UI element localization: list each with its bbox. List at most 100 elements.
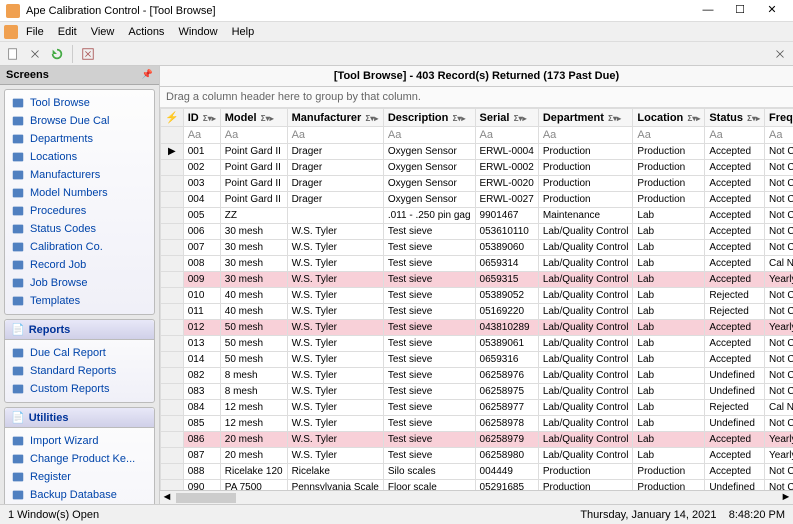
- row-selector[interactable]: ▶: [161, 144, 184, 160]
- column-header-status[interactable]: Status Σ▾▸: [705, 109, 765, 127]
- sidebar-item-record-job[interactable]: Record Job: [7, 256, 152, 274]
- sort-icon[interactable]: Σ▾▸: [363, 114, 378, 123]
- row-selector[interactable]: [161, 256, 184, 272]
- column-header-location[interactable]: Location Σ▾▸: [633, 109, 705, 127]
- scroll-thumb[interactable]: [176, 493, 236, 503]
- sidebar-item-manufacturers[interactable]: Manufacturers: [7, 166, 152, 184]
- row-selector[interactable]: [161, 160, 184, 176]
- filter-cell-icon[interactable]: Aa: [709, 129, 722, 141]
- filter-cell[interactable]: Aa: [475, 127, 538, 144]
- table-row[interactable]: 01140 meshW.S. TylerTest sieve05169220La…: [161, 304, 793, 320]
- sidebar-item-procedures[interactable]: Procedures: [7, 202, 152, 220]
- filter-cell[interactable]: Aa: [765, 127, 793, 144]
- row-selector[interactable]: [161, 448, 184, 464]
- column-header-serial[interactable]: Serial Σ▾▸: [475, 109, 538, 127]
- filter-cell[interactable]: Aa: [220, 127, 287, 144]
- table-row[interactable]: 01350 meshW.S. TylerTest sieve05389061La…: [161, 336, 793, 352]
- row-selector[interactable]: [161, 352, 184, 368]
- filter-cell-icon[interactable]: Aa: [480, 129, 493, 141]
- sort-icon[interactable]: Σ▾▸: [745, 114, 760, 123]
- filter-cell[interactable]: Aa: [383, 127, 475, 144]
- table-row[interactable]: 005ZZ.011 - .250 pin gag9901467Maintenan…: [161, 208, 793, 224]
- table-row[interactable]: ▶001Point Gard IIDragerOxygen SensorERWL…: [161, 144, 793, 160]
- table-row[interactable]: 00830 meshW.S. TylerTest sieve0659314Lab…: [161, 256, 793, 272]
- row-selector[interactable]: [161, 432, 184, 448]
- sort-icon[interactable]: Σ▾▸: [606, 114, 621, 123]
- group-hint[interactable]: Drag a column header here to group by th…: [160, 87, 793, 108]
- toolbar-close-sub-icon[interactable]: [771, 45, 789, 63]
- filter-cell[interactable]: Aa: [705, 127, 765, 144]
- filter-cell-icon[interactable]: Aa: [543, 129, 556, 141]
- filter-cell-icon[interactable]: Aa: [225, 129, 238, 141]
- sidebar-item-locations[interactable]: Locations: [7, 148, 152, 166]
- toolbar-cut-icon[interactable]: [26, 45, 44, 63]
- table-row[interactable]: 00630 meshW.S. TylerTest sieve053610110L…: [161, 224, 793, 240]
- menu-actions[interactable]: Actions: [122, 24, 170, 40]
- row-selector[interactable]: [161, 416, 184, 432]
- sidebar-item-calibration-co-[interactable]: Calibration Co.: [7, 238, 152, 256]
- row-selector[interactable]: [161, 272, 184, 288]
- sidebar-item-custom-reports[interactable]: Custom Reports: [7, 380, 152, 398]
- row-selector[interactable]: [161, 336, 184, 352]
- table-row[interactable]: 0838 meshW.S. TylerTest sieve06258975Lab…: [161, 384, 793, 400]
- table-row[interactable]: 08620 meshW.S. TylerTest sieve06258979La…: [161, 432, 793, 448]
- column-header-model[interactable]: Model Σ▾▸: [220, 109, 287, 127]
- row-selector[interactable]: [161, 208, 184, 224]
- sidebar-item-browse-due-cal[interactable]: Browse Due Cal: [7, 112, 152, 130]
- filter-cell[interactable]: Aa: [287, 127, 383, 144]
- toolbar-close-icon[interactable]: [79, 45, 97, 63]
- sidebar-item-backup-database[interactable]: Backup Database: [7, 486, 152, 504]
- column-header-selector[interactable]: ⚡: [161, 109, 184, 127]
- sort-icon[interactable]: Σ▾▸: [450, 114, 465, 123]
- column-header-department[interactable]: Department Σ▾▸: [538, 109, 633, 127]
- table-row[interactable]: 00930 meshW.S. TylerTest sieve0659315Lab…: [161, 272, 793, 288]
- sort-icon[interactable]: Σ▾▸: [685, 114, 700, 123]
- menu-file[interactable]: File: [20, 24, 50, 40]
- sidebar-item-change-product-ke-[interactable]: Change Product Ke...: [7, 450, 152, 468]
- maximize-button[interactable]: ☐: [725, 2, 755, 20]
- column-header-manufacturer[interactable]: Manufacturer Σ▾▸: [287, 109, 383, 127]
- sort-icon[interactable]: Σ▾▸: [201, 114, 216, 123]
- column-header-description[interactable]: Description Σ▾▸: [383, 109, 475, 127]
- table-row[interactable]: 08720 meshW.S. TylerTest sieve06258980La…: [161, 448, 793, 464]
- table-row[interactable]: 00730 meshW.S. TylerTest sieve05389060La…: [161, 240, 793, 256]
- row-selector[interactable]: [161, 192, 184, 208]
- menu-help[interactable]: Help: [226, 24, 261, 40]
- sidebar-item-model-numbers[interactable]: Model Numbers: [7, 184, 152, 202]
- sidebar-item-status-codes[interactable]: Status Codes: [7, 220, 152, 238]
- close-button[interactable]: ✕: [757, 2, 787, 20]
- row-selector[interactable]: [161, 304, 184, 320]
- row-selector[interactable]: [161, 320, 184, 336]
- filter-icon[interactable]: ⚡: [165, 112, 179, 124]
- row-selector[interactable]: [161, 480, 184, 491]
- sidebar-section-title[interactable]: 📄Reports: [5, 320, 154, 340]
- sidebar-item-standard-reports[interactable]: Standard Reports: [7, 362, 152, 380]
- sort-icon[interactable]: Σ▾▸: [259, 114, 274, 123]
- menu-window[interactable]: Window: [172, 24, 223, 40]
- table-row[interactable]: 01250 meshW.S. TylerTest sieve043810289L…: [161, 320, 793, 336]
- table-row[interactable]: 01040 meshW.S. TylerTest sieve05389052La…: [161, 288, 793, 304]
- sidebar-item-due-cal-report[interactable]: Due Cal Report: [7, 344, 152, 362]
- filter-cell-icon[interactable]: Aa: [769, 129, 782, 141]
- scroll-left-icon[interactable]: ◄: [160, 491, 174, 504]
- sidebar-item-register[interactable]: Register: [7, 468, 152, 486]
- row-selector[interactable]: [161, 464, 184, 480]
- sidebar-section-title[interactable]: 📄Utilities: [5, 408, 154, 428]
- table-row[interactable]: 08512 meshW.S. TylerTest sieve06258978La…: [161, 416, 793, 432]
- table-row[interactable]: 08412 meshW.S. TylerTest sieve06258977La…: [161, 400, 793, 416]
- menu-view[interactable]: View: [85, 24, 121, 40]
- sidebar-item-templates[interactable]: Templates: [7, 292, 152, 310]
- scroll-right-icon[interactable]: ►: [779, 491, 793, 504]
- sidebar-item-import-wizard[interactable]: Import Wizard: [7, 432, 152, 450]
- table-row[interactable]: 0828 meshW.S. TylerTest sieve06258976Lab…: [161, 368, 793, 384]
- sidebar-item-job-browse[interactable]: Job Browse: [7, 274, 152, 292]
- row-selector[interactable]: [161, 176, 184, 192]
- table-row[interactable]: 088Ricelake 120RicelakeSilo scales004449…: [161, 464, 793, 480]
- horizontal-scrollbar[interactable]: ◄ ►: [160, 490, 793, 504]
- table-row[interactable]: 004Point Gard IIDragerOxygen SensorERWL-…: [161, 192, 793, 208]
- filter-cell-icon[interactable]: Aa: [637, 129, 650, 141]
- filter-cell-icon[interactable]: Aa: [388, 129, 401, 141]
- row-selector[interactable]: [161, 368, 184, 384]
- row-selector[interactable]: [161, 224, 184, 240]
- table-row[interactable]: 003Point Gard IIDragerOxygen SensorERWL-…: [161, 176, 793, 192]
